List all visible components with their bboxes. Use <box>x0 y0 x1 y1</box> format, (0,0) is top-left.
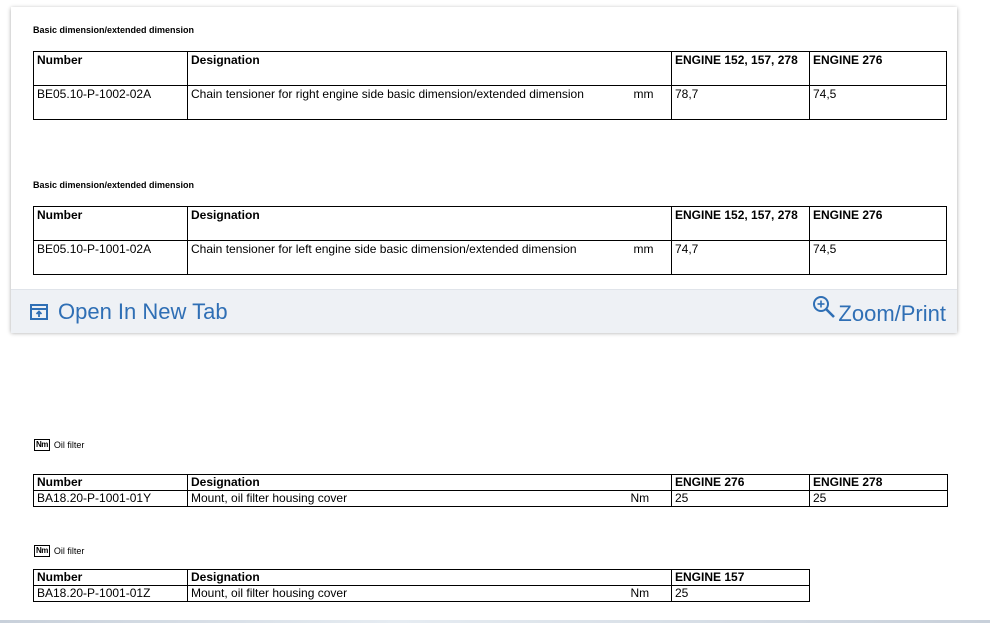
section-caption-text: Oil filter <box>53 440 85 450</box>
cell-unit: mm <box>627 240 672 275</box>
section-caption: Nm Oil filter <box>34 545 84 557</box>
open-new-tab-icon <box>30 304 48 320</box>
cell-unit: mm <box>627 85 672 120</box>
cell-designation: Mount, oil filter housing cover <box>187 490 628 507</box>
table-header-row: Number Designation ENGINE 152, 157, 278 … <box>33 51 947 86</box>
cell-designation: Chain tensioner for right engine side ba… <box>187 85 628 120</box>
table-row: BA18.20-P-1001-01Z Mount, oil filter hou… <box>33 585 810 602</box>
header-engine-b: ENGINE 276 <box>809 51 947 86</box>
header-designation: Designation <box>187 474 628 491</box>
header-engine-a: ENGINE 152, 157, 278 <box>671 51 810 86</box>
table-row: BE05.10-P-1001-02A Chain tensioner for l… <box>33 240 947 275</box>
section-caption-text: Oil filter <box>53 546 85 556</box>
header-number: Number <box>33 206 188 241</box>
header-designation: Designation <box>187 569 628 586</box>
spec-table: Number Designation ENGINE 276 ENGINE 278… <box>33 474 948 507</box>
cell-number: BA18.20-P-1001-01Z <box>33 585 188 602</box>
header-number: Number <box>33 474 188 491</box>
zoom-print-label: Zoom/Print <box>838 301 946 326</box>
cell-engine-a: 25 <box>671 585 810 602</box>
table-header-row: Number Designation ENGINE 276 ENGINE 278 <box>33 474 948 491</box>
table-header-row: Number Designation ENGINE 152, 157, 278 … <box>33 206 947 241</box>
cell-unit: Nm <box>627 490 672 507</box>
card-footer: Open In New Tab Zoom/Print <box>11 289 957 333</box>
cell-designation: Chain tensioner for left engine side bas… <box>187 240 628 275</box>
header-designation: Designation <box>187 51 628 86</box>
section-caption: Basic dimension/extended dimension <box>33 25 195 35</box>
cell-unit: Nm <box>627 585 672 602</box>
cell-engine-b: 74,5 <box>809 85 947 120</box>
header-unit <box>627 206 672 241</box>
cell-engine-b: 74,5 <box>809 240 947 275</box>
cell-number: BE05.10-P-1002-02A <box>33 85 188 120</box>
header-unit <box>627 569 672 586</box>
table-row: BE05.10-P-1002-02A Chain tensioner for r… <box>33 85 947 120</box>
header-number: Number <box>33 569 188 586</box>
section-caption: Nm Oil filter <box>34 439 84 451</box>
document-card: Basic dimension/extended dimension Numbe… <box>11 7 957 333</box>
open-in-new-tab-link[interactable]: Open In New Tab <box>30 299 228 325</box>
section-caption: Basic dimension/extended dimension <box>33 180 195 190</box>
header-engine-a: ENGINE 276 <box>671 474 810 491</box>
cell-engine-a: 74,7 <box>671 240 810 275</box>
spec-table: Number Designation ENGINE 152, 157, 278 … <box>33 51 947 120</box>
cell-engine-a: 78,7 <box>671 85 810 120</box>
open-in-new-tab-label: Open In New Tab <box>58 299 228 324</box>
table-row: BA18.20-P-1001-01Y Mount, oil filter hou… <box>33 490 948 507</box>
document-preview: Basic dimension/extended dimension Numbe… <box>11 7 957 289</box>
header-engine-a: ENGINE 157 <box>671 569 810 586</box>
cell-engine-a: 25 <box>671 490 810 507</box>
header-engine-b: ENGINE 276 <box>809 206 947 241</box>
spec-table: Number Designation ENGINE 157 BA18.20-P-… <box>33 569 810 602</box>
header-unit <box>627 474 672 491</box>
cell-engine-b: 25 <box>809 490 948 507</box>
header-number: Number <box>33 51 188 86</box>
header-designation: Designation <box>187 206 628 241</box>
header-unit <box>627 51 672 86</box>
cell-number: BE05.10-P-1001-02A <box>33 240 188 275</box>
table-header-row: Number Designation ENGINE 157 <box>33 569 810 586</box>
header-engine-b: ENGINE 278 <box>809 474 948 491</box>
torque-nm-icon: Nm <box>34 439 50 451</box>
cell-number: BA18.20-P-1001-01Y <box>33 490 188 507</box>
zoom-print-link[interactable]: Zoom/Print <box>812 295 946 327</box>
cell-designation: Mount, oil filter housing cover <box>187 585 628 602</box>
torque-nm-icon: Nm <box>34 545 50 557</box>
header-engine-a: ENGINE 152, 157, 278 <box>671 206 810 241</box>
zoom-in-icon <box>813 296 836 318</box>
spec-table: Number Designation ENGINE 152, 157, 278 … <box>33 206 947 275</box>
